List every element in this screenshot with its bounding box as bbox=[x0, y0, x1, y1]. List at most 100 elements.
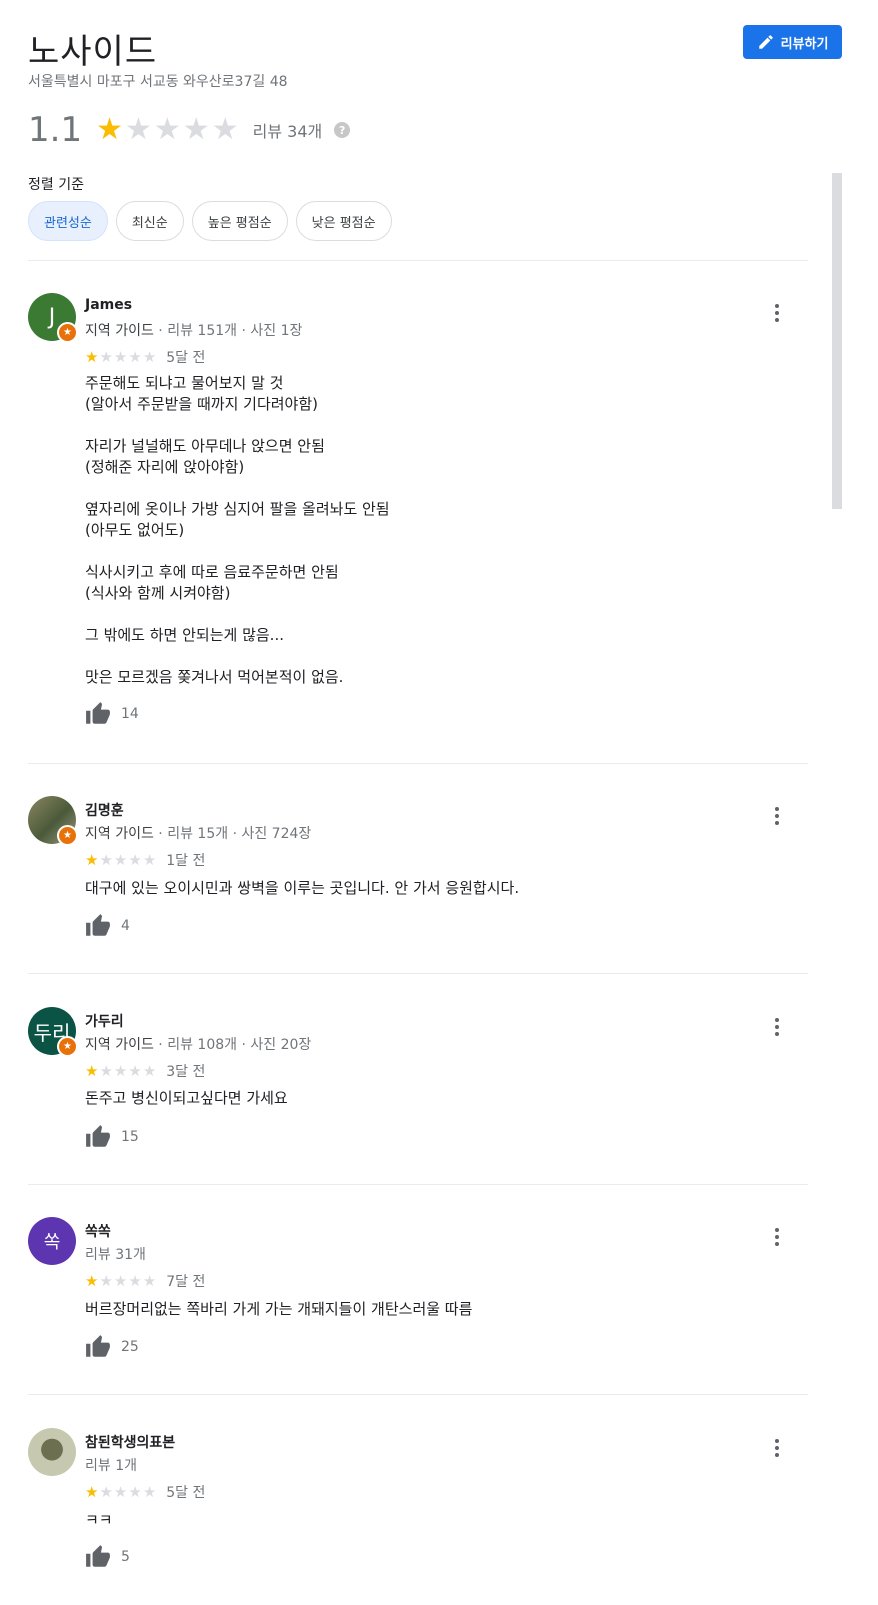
author-stats: 리뷰 31개 bbox=[85, 1247, 146, 1263]
review-author[interactable]: 가두리 bbox=[85, 1011, 124, 1031]
star-empty-icon: ★ bbox=[113, 1061, 128, 1080]
review-author[interactable]: 참된학생의표본 bbox=[85, 1432, 175, 1452]
star-empty-icon: ★ bbox=[142, 1482, 157, 1501]
more-options-icon[interactable] bbox=[765, 804, 789, 828]
like-count: 4 bbox=[121, 918, 130, 934]
review-stars: ★ ★ ★ ★ ★ bbox=[85, 1271, 157, 1290]
thumbs-up-icon bbox=[86, 1545, 110, 1567]
review-rating: ★ ★ ★ ★ ★ 1달 전 bbox=[85, 850, 205, 870]
sort-chip-newest[interactable]: 최신순 bbox=[115, 201, 184, 241]
more-options-icon[interactable] bbox=[765, 1436, 789, 1460]
review-date: 5달 전 bbox=[166, 1485, 206, 1501]
star-empty-icon: ★ bbox=[211, 112, 239, 147]
like-button[interactable]: 14 bbox=[85, 701, 139, 727]
star-empty-icon: ★ bbox=[113, 1271, 128, 1290]
star-empty-icon: ★ bbox=[99, 1271, 113, 1290]
review-stars: ★ ★ ★ ★ ★ bbox=[85, 347, 157, 366]
write-review-button[interactable]: 리뷰하기 bbox=[743, 25, 842, 59]
divider bbox=[28, 763, 808, 764]
divider bbox=[28, 973, 808, 974]
review-author-meta: 리뷰 31개 bbox=[85, 1244, 146, 1264]
avatar[interactable]: ★ bbox=[28, 796, 78, 846]
review-stars: ★ ★ ★ ★ ★ bbox=[85, 1061, 157, 1080]
star-empty-icon: ★ bbox=[128, 850, 142, 869]
thumbs-up-icon bbox=[86, 1125, 110, 1147]
star-empty-icon: ★ bbox=[113, 850, 128, 869]
review-item: 참된학생의표본 리뷰 1개 ★ ★ ★ ★ ★ 5달 전 ㅋㅋ 5 bbox=[28, 1428, 808, 1588]
author-stats: · 리뷰 15개 · 사진 724장 bbox=[153, 826, 312, 842]
star-empty-icon: ★ bbox=[142, 1061, 157, 1080]
star-empty-icon: ★ bbox=[142, 850, 157, 869]
thumbs-up-icon bbox=[86, 1335, 110, 1357]
avatar[interactable]: J ★ bbox=[28, 293, 78, 343]
star-empty-icon: ★ bbox=[128, 347, 142, 366]
review-date: 5달 전 bbox=[166, 350, 206, 366]
thumbs-up-icon bbox=[86, 702, 110, 724]
review-author[interactable]: 쏙쏙 bbox=[85, 1221, 111, 1241]
more-options-icon[interactable] bbox=[765, 1225, 789, 1249]
sort-chip-highest[interactable]: 높은 평점순 bbox=[191, 201, 288, 241]
review-count[interactable]: 리뷰 34개 bbox=[253, 118, 323, 142]
like-count: 14 bbox=[121, 706, 139, 722]
local-guide-label: 지역 가이드 bbox=[85, 323, 154, 339]
review-author-meta: 리뷰 1개 bbox=[85, 1455, 137, 1475]
star-empty-icon: ★ bbox=[113, 1482, 128, 1501]
like-button[interactable]: 4 bbox=[85, 913, 130, 939]
author-stats: · 리뷰 151개 · 사진 1장 bbox=[153, 323, 303, 339]
review-rating: ★ ★ ★ ★ ★ 3달 전 bbox=[85, 1061, 205, 1081]
pencil-icon bbox=[758, 35, 773, 49]
review-author-meta: 지역 가이드 · 리뷰 108개 · 사진 20장 bbox=[85, 1034, 311, 1054]
review-date: 7달 전 bbox=[166, 1274, 206, 1290]
avatar-initial: 쏙 bbox=[43, 1232, 61, 1253]
avatar[interactable]: 쏙 bbox=[28, 1217, 76, 1265]
star-empty-icon: ★ bbox=[142, 1271, 157, 1290]
star-filled-icon: ★ bbox=[85, 1061, 99, 1080]
review-text: 대구에 있는 오이시민과 쌍벽을 이루는 곳입니다. 안 가서 응원합시다. bbox=[85, 879, 520, 897]
local-guide-badge-icon: ★ bbox=[57, 1036, 78, 1057]
sort-chip-lowest[interactable]: 낮은 평점순 bbox=[295, 201, 392, 241]
review-author-meta: 지역 가이드 · 리뷰 151개 · 사진 1장 bbox=[85, 320, 302, 340]
star-empty-icon: ★ bbox=[99, 850, 113, 869]
sort-chip-relevance[interactable]: 관련성순 bbox=[28, 201, 108, 241]
avatar[interactable] bbox=[28, 1428, 76, 1476]
star-filled-icon: ★ bbox=[85, 1482, 99, 1501]
star-empty-icon: ★ bbox=[128, 1061, 142, 1080]
divider bbox=[28, 1184, 808, 1185]
review-text: 돈주고 병신이되고싶다면 가세요 bbox=[85, 1089, 288, 1107]
review-date: 3달 전 bbox=[166, 1064, 206, 1080]
star-empty-icon: ★ bbox=[142, 347, 157, 366]
like-button[interactable]: 5 bbox=[85, 1544, 130, 1570]
review-stars: ★ ★ ★ ★ ★ bbox=[85, 1482, 157, 1501]
star-filled-icon: ★ bbox=[85, 347, 99, 366]
more-options-icon[interactable] bbox=[765, 1015, 789, 1039]
like-count: 15 bbox=[121, 1129, 139, 1145]
local-guide-badge-icon: ★ bbox=[57, 825, 78, 846]
author-stats: · 리뷰 108개 · 사진 20장 bbox=[153, 1037, 312, 1053]
thumbs-up-icon bbox=[86, 914, 110, 936]
more-options-icon[interactable] bbox=[765, 301, 789, 325]
star-filled-icon: ★ bbox=[85, 1271, 99, 1290]
like-button[interactable]: 15 bbox=[85, 1124, 139, 1150]
like-button[interactable]: 25 bbox=[85, 1334, 139, 1360]
avatar-initial: J bbox=[48, 304, 56, 330]
review-item: 쏙 쏙쏙 리뷰 31개 ★ ★ ★ ★ ★ 7달 전 버르장머리없는 쪽바리 가게 가는… bbox=[28, 1217, 808, 1367]
like-count: 5 bbox=[121, 1549, 130, 1565]
place-name: 노사이드 bbox=[28, 32, 158, 72]
review-rating: ★ ★ ★ ★ ★ 5달 전 bbox=[85, 1482, 205, 1502]
review-item: J ★ James 지역 가이드 · 리뷰 151개 · 사진 1장 ★ ★ ★ ★ ★… bbox=[28, 293, 808, 733]
help-icon[interactable]: ? bbox=[334, 122, 351, 138]
star-empty-icon: ★ bbox=[124, 112, 152, 147]
review-author[interactable]: James bbox=[85, 297, 132, 313]
star-empty-icon: ★ bbox=[99, 347, 113, 366]
sort-label: 정렬 기준 bbox=[28, 177, 84, 193]
star-filled-icon: ★ bbox=[96, 112, 123, 147]
review-author[interactable]: 김명훈 bbox=[85, 800, 124, 820]
author-stats: 리뷰 1개 bbox=[85, 1458, 137, 1474]
star-empty-icon: ★ bbox=[153, 112, 181, 147]
divider bbox=[28, 260, 808, 261]
star-empty-icon: ★ bbox=[113, 347, 128, 366]
scrollbar-thumb[interactable] bbox=[832, 173, 842, 509]
avatar[interactable]: 두리 ★ bbox=[28, 1007, 78, 1057]
star-empty-icon: ★ bbox=[128, 1271, 142, 1290]
review-text: 주문해도 되냐고 물어보지 말 것 (알아서 주문받을 때까지 기다려야함) 자… bbox=[85, 374, 390, 686]
